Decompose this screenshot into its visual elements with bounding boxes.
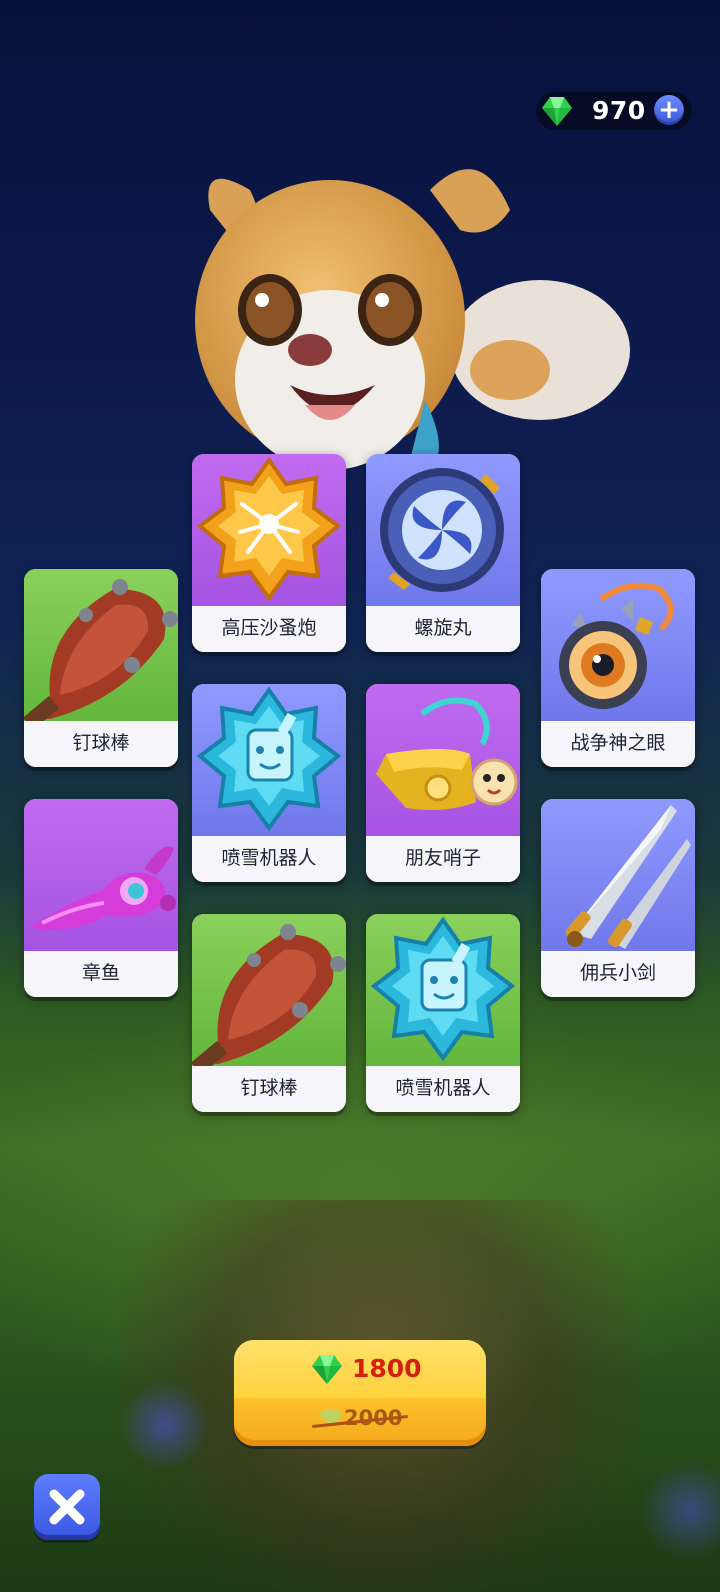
item-art [24,799,178,951]
item-art [366,684,520,836]
item-card[interactable]: 钉球棒 [24,569,178,767]
corgi-pet-character [195,169,630,470]
item-card[interactable]: 喷雪机器人 [192,684,346,882]
item-name: 章鱼 [24,951,178,997]
twin-daggers-icon [565,805,691,949]
item-card[interactable]: 喷雪机器人 [366,914,520,1112]
item-art [541,799,695,951]
add-gems-button[interactable]: + [654,95,684,125]
item-art [366,914,520,1066]
item-art [366,454,520,606]
item-name: 朋友哨子 [366,836,520,882]
item-name: 高压沙蚤炮 [192,606,346,652]
spiked-club-icon [192,924,346,1066]
green-gem-icon [312,1355,342,1384]
war-eye-icon [559,582,674,709]
item-name: 钉球棒 [24,721,178,767]
item-card[interactable]: 钉球棒 [192,914,346,1112]
gold-spider-star-icon [196,456,342,602]
close-button[interactable] [34,1474,100,1540]
close-icon [49,1489,85,1525]
green-gem-icon [542,97,572,126]
item-card[interactable]: 章鱼 [24,799,178,997]
item-art [192,454,346,606]
item-art [24,569,178,721]
item-card[interactable]: 佣兵小剑 [541,799,695,997]
item-art [192,914,346,1066]
spiked-club-icon [24,579,178,721]
octopus-icon [30,846,176,931]
item-name: 螺旋丸 [366,606,520,652]
item-card[interactable]: 螺旋丸 [366,454,520,652]
spiral-orb-icon [380,468,504,592]
buy-bundle-button[interactable]: 1800 2000 [234,1340,486,1446]
item-art [192,684,346,836]
item-name: 战争神之眼 [541,721,695,767]
shop-screen: 970 + 高压沙蚤炮 螺旋丸 钉球棒 喷雪机器人 朋友哨子 战争神之眼 章鱼 … [0,0,720,1592]
item-art [541,569,695,721]
whistle-icon [376,697,518,810]
item-card[interactable]: 高压沙蚤炮 [192,454,346,652]
gem-balance: 970 + [536,92,692,130]
flower-blur [640,1460,720,1560]
sale-price: 1800 [352,1354,422,1383]
item-name: 佣兵小剑 [541,951,695,997]
gem-amount: 970 [592,96,646,125]
item-card[interactable]: 战争神之眼 [541,569,695,767]
item-name: 钉球棒 [192,1066,346,1112]
item-name: 喷雪机器人 [366,1066,520,1112]
ice-robot-star-icon [370,916,516,1062]
ice-robot-star-icon [196,686,342,832]
item-name: 喷雪机器人 [192,836,346,882]
item-card[interactable]: 朋友哨子 [366,684,520,882]
